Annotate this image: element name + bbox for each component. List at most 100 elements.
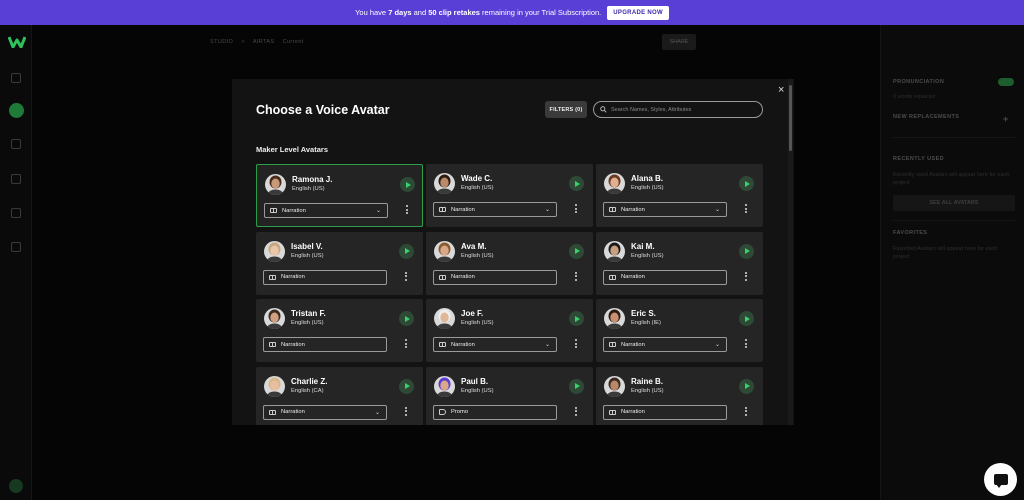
avatar-card[interactable]: Joe F. English (US) Narration ⌄ xyxy=(426,299,593,362)
avatar-card[interactable]: Ramona J. English (US) Narration ⌄ xyxy=(256,164,423,227)
recently-used-heading: RECENTLY USED xyxy=(893,156,945,162)
avatar-card[interactable]: Ava M. English (US) Narration xyxy=(426,231,593,295)
play-icon xyxy=(405,181,411,188)
style-label: Narration xyxy=(281,409,305,415)
chevron-down-icon: ⌄ xyxy=(714,342,720,348)
play-icon xyxy=(744,315,750,322)
avatar-card[interactable]: Paul B. English (US) Promo xyxy=(426,366,593,425)
play-sample-button[interactable] xyxy=(569,311,584,326)
voice-avatar-modal: Choose a Voice Avatar × FILTERS (0) Make… xyxy=(232,79,794,425)
more-options-icon[interactable] xyxy=(744,339,747,348)
play-sample-button[interactable] xyxy=(399,243,414,259)
play-sample-button[interactable] xyxy=(569,176,584,191)
more-options-icon[interactable] xyxy=(404,271,407,281)
more-options-icon[interactable] xyxy=(404,406,407,416)
play-sample-button[interactable] xyxy=(399,311,414,326)
banner-text: You have 7 days and 50 clip retakes rema… xyxy=(355,8,602,17)
style-label: Narration xyxy=(621,274,645,280)
play-sample-button[interactable] xyxy=(400,177,415,192)
play-sample-button[interactable] xyxy=(569,378,584,394)
style-select[interactable]: Narration ⌄ xyxy=(263,404,387,420)
avatar-language: English (US) xyxy=(291,252,324,259)
avatar-card[interactable]: Wade C. English (US) Narration ⌄ xyxy=(426,164,593,227)
avatar-name: Isabel V. xyxy=(291,241,323,251)
add-replacement-icon[interactable]: + xyxy=(1003,114,1009,124)
avatar-photo xyxy=(434,308,455,329)
more-options-icon[interactable] xyxy=(744,204,747,213)
avatar-language: English (US) xyxy=(292,186,325,192)
style-label: Narration xyxy=(621,206,645,213)
style-select[interactable]: Narration xyxy=(603,404,727,420)
more-options-icon[interactable] xyxy=(574,406,577,416)
app-logo-icon[interactable] xyxy=(8,36,26,48)
avatar-photo xyxy=(434,240,455,262)
pronunciation-toggle[interactable] xyxy=(998,78,1014,86)
avatar-name: Raine B. xyxy=(631,376,664,386)
chat-icon xyxy=(993,474,1008,488)
play-sample-button[interactable] xyxy=(739,378,754,394)
studio-nav-icon[interactable] xyxy=(9,103,24,118)
avatar-card[interactable]: Charlie Z. English (CA) Narration ⌄ xyxy=(256,366,423,425)
close-icon[interactable]: × xyxy=(778,84,784,96)
filters-button[interactable]: FILTERS (0) xyxy=(545,101,587,118)
more-options-icon[interactable] xyxy=(744,271,747,281)
style-select[interactable]: Narration xyxy=(263,337,387,352)
play-sample-button[interactable] xyxy=(399,378,414,394)
play-icon xyxy=(404,248,410,254)
avatar-photo xyxy=(604,308,625,329)
section-title: Maker Level Avatars xyxy=(256,145,328,154)
avatar-name: Alana B. xyxy=(631,174,664,183)
upgrade-now-button[interactable]: UPGRADE NOW xyxy=(607,5,669,20)
chat-support-button[interactable] xyxy=(984,463,1017,496)
avatar-name: Ava M. xyxy=(461,241,487,251)
style-label: Narration xyxy=(451,206,475,213)
more-options-icon[interactable] xyxy=(405,205,408,214)
user-avatar[interactable] xyxy=(9,479,23,493)
style-select[interactable]: Narration ⌄ xyxy=(264,203,388,218)
library-icon[interactable] xyxy=(11,139,21,149)
play-sample-button[interactable] xyxy=(739,176,754,191)
avatar-card[interactable]: Raine B. English (US) Narration xyxy=(596,366,763,425)
avatar-language: English (US) xyxy=(631,252,664,259)
avatar-photo xyxy=(264,308,285,329)
share-button[interactable]: SHARE xyxy=(662,34,696,50)
style-select[interactable]: Narration ⌄ xyxy=(603,337,727,352)
play-sample-button[interactable] xyxy=(739,311,754,326)
calendar-icon[interactable] xyxy=(11,208,21,218)
style-select[interactable]: Promo xyxy=(433,404,557,420)
play-nav-icon[interactable] xyxy=(11,174,21,184)
recently-used-text: Recently used Avatars will appear here f… xyxy=(893,172,1010,186)
search-input[interactable] xyxy=(611,106,756,113)
style-label: Narration xyxy=(281,341,305,348)
avatar-photo xyxy=(604,375,625,397)
style-select[interactable]: Narration ⌄ xyxy=(433,337,557,352)
see-all-avatars-button[interactable]: SEE ALL AVATARS xyxy=(893,195,1015,211)
pronunciation-heading: PRONUNCIATION xyxy=(893,79,945,85)
avatar-photo xyxy=(264,375,285,397)
more-options-icon[interactable] xyxy=(744,406,747,416)
play-icon xyxy=(744,383,750,389)
avatar-card[interactable]: Eric S. English (IE) Narration ⌄ xyxy=(596,299,763,362)
style-select[interactable]: Narration ⌄ xyxy=(603,202,727,217)
crumb-tag: Current xyxy=(282,39,304,45)
avatar-card[interactable]: Tristan F. English (US) Narration xyxy=(256,299,423,362)
avatar-card[interactable]: Alana B. English (US) Narration ⌄ xyxy=(596,164,763,227)
more-options-icon[interactable] xyxy=(404,339,407,348)
avatar-card[interactable]: Kai M. English (US) Narration xyxy=(596,231,763,295)
avatar-card[interactable]: Isabel V. English (US) Narration xyxy=(256,231,423,295)
search-box xyxy=(593,101,763,118)
style-select[interactable]: Narration xyxy=(263,269,387,285)
style-label: Narration xyxy=(621,341,645,348)
play-sample-button[interactable] xyxy=(739,243,754,259)
settings-icon[interactable] xyxy=(11,242,21,252)
more-options-icon[interactable] xyxy=(574,271,577,281)
more-options-icon[interactable] xyxy=(574,339,577,348)
play-sample-button[interactable] xyxy=(569,243,584,259)
more-options-icon[interactable] xyxy=(574,204,577,213)
folder-icon[interactable] xyxy=(11,73,21,83)
style-select[interactable]: Narration xyxy=(603,269,727,285)
breadcrumb: STUDIO > AIRTAS Current xyxy=(210,39,304,45)
scrollbar-thumb[interactable] xyxy=(789,85,792,151)
style-select[interactable]: Narration xyxy=(433,269,557,285)
style-select[interactable]: Narration ⌄ xyxy=(433,202,557,217)
